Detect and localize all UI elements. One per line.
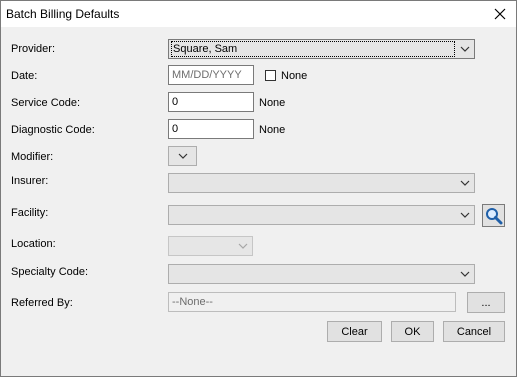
cancel-button[interactable]: Cancel	[443, 321, 505, 342]
browse-label: ...	[481, 296, 491, 309]
cancel-button-label: Cancel	[456, 325, 492, 338]
chevron-down-icon	[460, 212, 470, 218]
dialog-title: Batch Billing Defaults	[6, 7, 120, 21]
modifier-label: Modifier:	[11, 151, 54, 163]
referred-by-value: --None--	[172, 296, 213, 308]
service-code-label: Service Code:	[11, 97, 81, 109]
specialty-code-select[interactable]	[168, 264, 475, 284]
ok-button[interactable]: OK	[391, 321, 434, 342]
chevron-down-icon	[238, 243, 248, 249]
service-code-field[interactable]: 0	[168, 92, 254, 112]
specialty-code-label: Specialty Code:	[11, 266, 89, 278]
chevron-down-icon	[460, 46, 470, 52]
facility-label: Facility:	[11, 207, 49, 219]
chevron-down-icon	[178, 153, 188, 159]
referred-by-field[interactable]: --None--	[168, 292, 456, 312]
provider-value: Square, Sam	[171, 41, 455, 57]
facility-select[interactable]	[168, 205, 475, 225]
chevron-down-icon	[460, 271, 470, 277]
date-none-checkbox[interactable]	[265, 70, 276, 81]
insurer-select[interactable]	[168, 173, 475, 193]
diagnostic-code-label: Diagnostic Code:	[11, 124, 95, 136]
ok-button-label: OK	[404, 325, 421, 338]
location-label: Location:	[11, 238, 56, 250]
diagnostic-code-value: 0	[172, 123, 179, 135]
close-icon	[494, 8, 506, 20]
referred-by-browse-button[interactable]: ...	[467, 292, 505, 313]
date-placeholder: MM/DD/YYYY	[172, 69, 242, 81]
date-label: Date:	[11, 70, 38, 82]
batch-billing-defaults-dialog: Batch Billing Defaults Provider: Square,…	[0, 0, 517, 377]
magnifier-icon	[485, 207, 502, 224]
service-code-value: 0	[172, 96, 179, 108]
diagnostic-code-none-label: None	[259, 124, 286, 136]
diagnostic-code-field[interactable]: 0	[168, 119, 254, 139]
provider-label: Provider:	[11, 43, 56, 55]
provider-select[interactable]: Square, Sam	[168, 39, 475, 59]
date-none-label: None	[281, 70, 308, 82]
close-button[interactable]	[490, 4, 510, 24]
insurer-label: Insurer:	[11, 175, 49, 187]
service-code-none-label: None	[259, 97, 286, 109]
chevron-down-icon	[460, 180, 470, 186]
title-bar: Batch Billing Defaults	[1, 1, 516, 27]
location-select[interactable]	[168, 236, 253, 256]
referred-by-label: Referred By:	[11, 297, 73, 309]
date-field[interactable]: MM/DD/YYYY	[168, 65, 254, 85]
clear-button[interactable]: Clear	[327, 321, 382, 342]
facility-search-button[interactable]	[482, 204, 505, 227]
modifier-select[interactable]	[168, 146, 197, 166]
clear-button-label: Clear	[341, 325, 368, 338]
